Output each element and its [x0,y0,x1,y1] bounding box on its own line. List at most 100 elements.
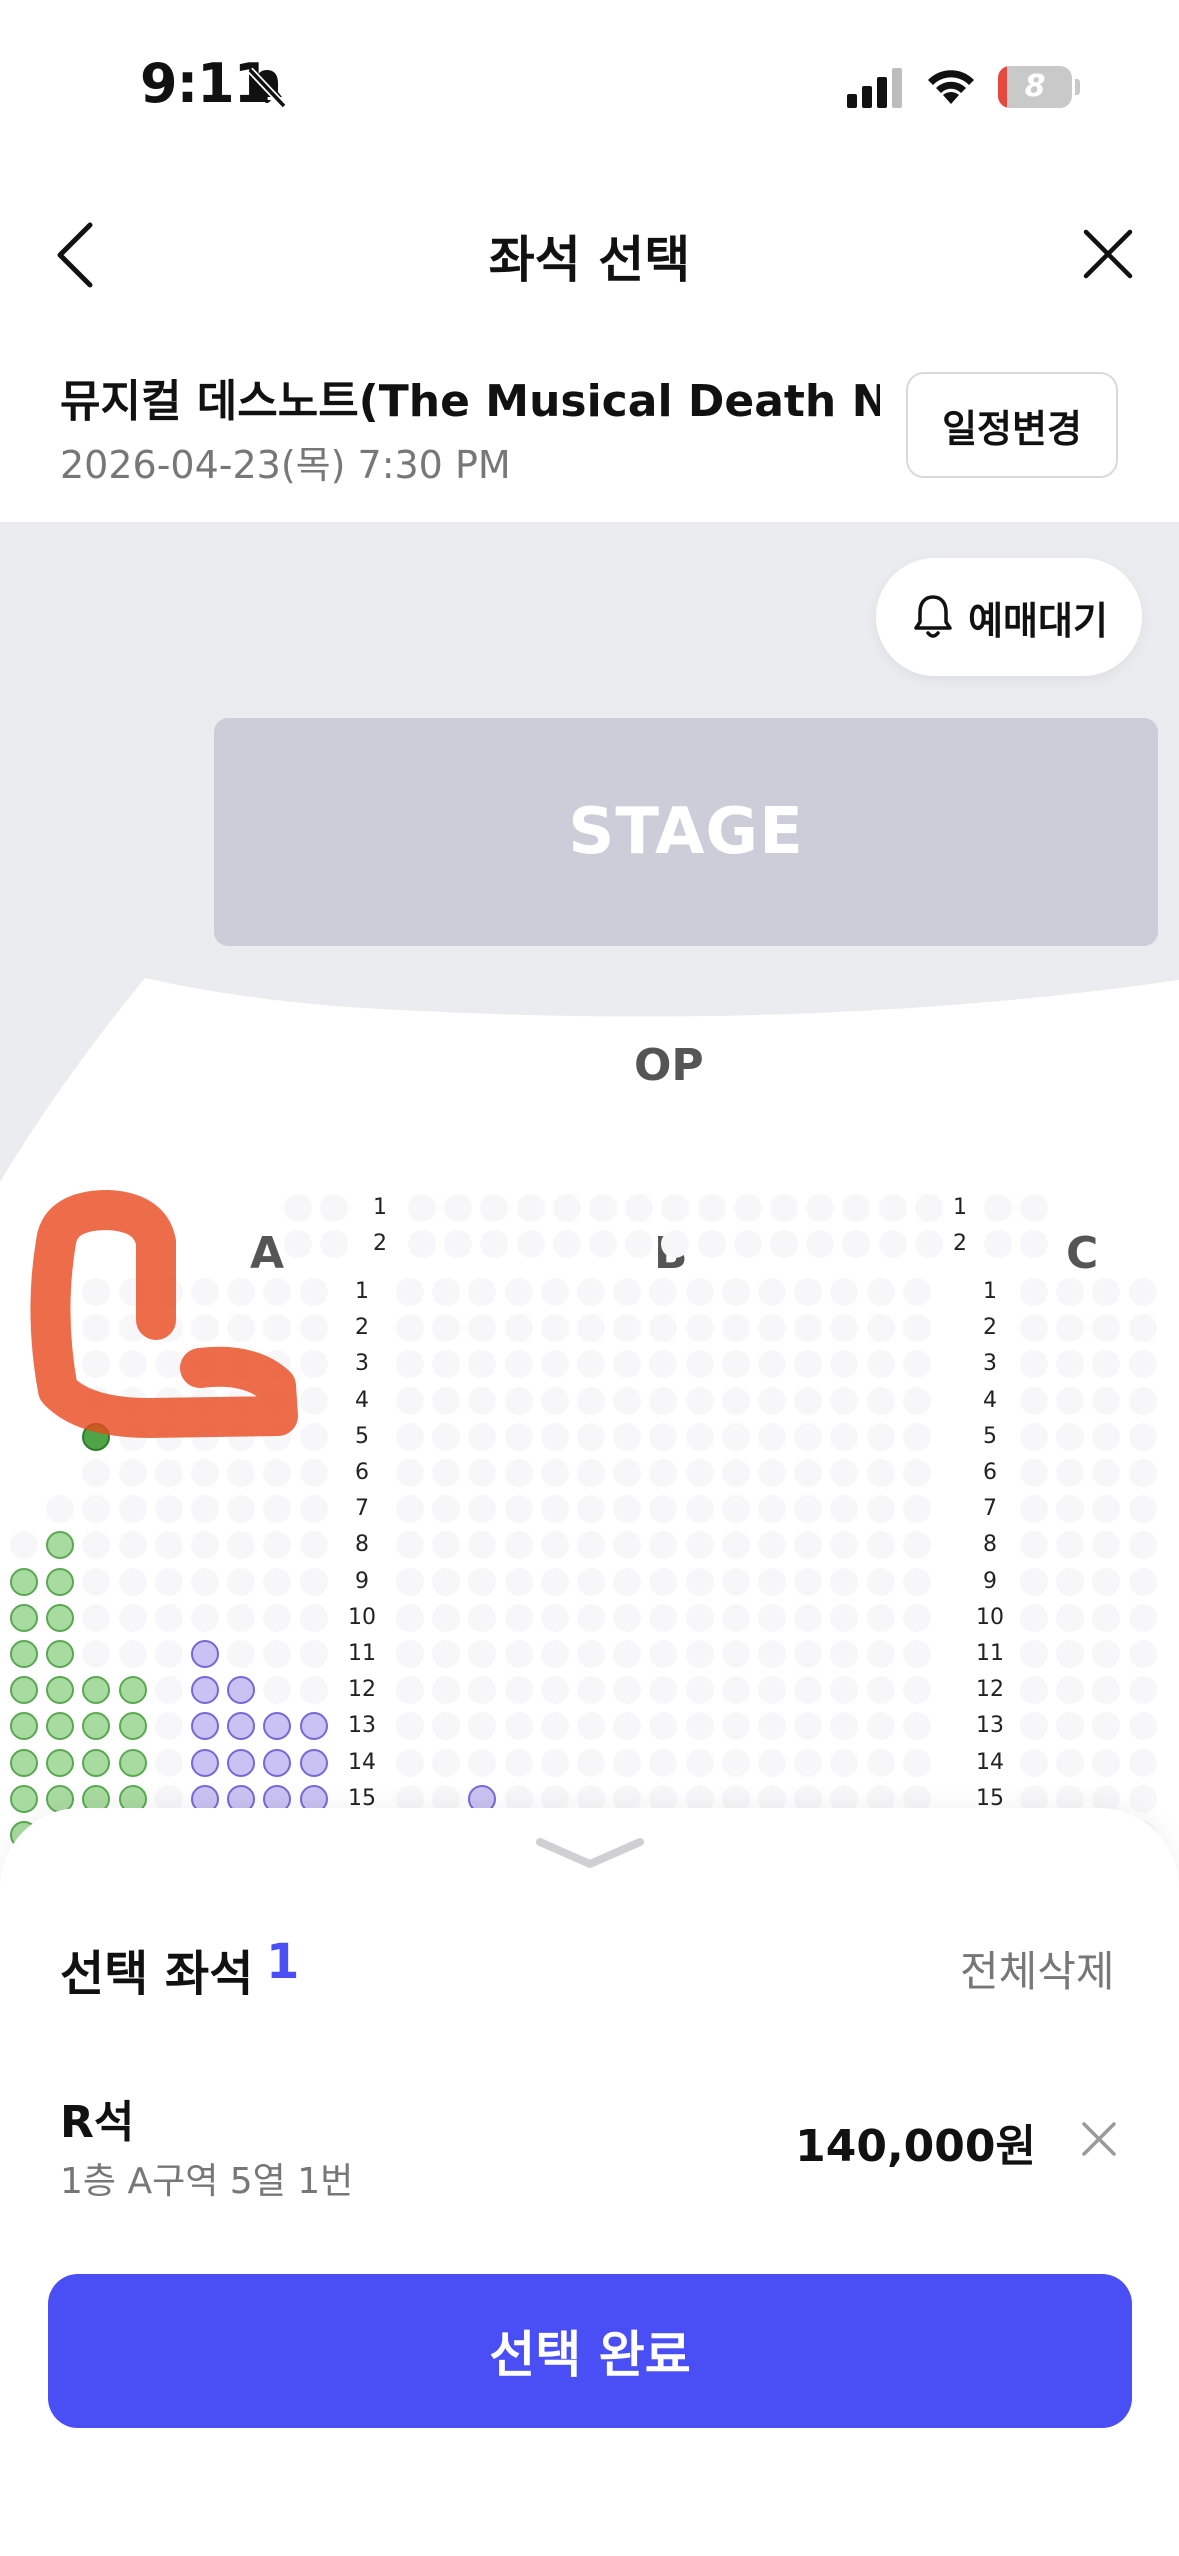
seat-map[interactable]: 예매대기 STAGE OP A B C 11221234567891011121… [0,522,1179,1922]
row-label-b: 12 [976,1677,1004,1703]
seat-a[interactable] [227,1712,256,1741]
row-label-b: 4 [983,1387,997,1413]
selected-seats-title: 선택 좌석 [60,1946,254,2002]
seat-a[interactable] [46,1640,75,1668]
row-label-a: 12 [348,1677,376,1703]
seat-a [82,1640,111,1668]
seat-a [191,1567,219,1596]
seat-a[interactable] [10,1784,38,1813]
seat-b [577,1278,605,1306]
seat-b [794,1712,823,1741]
seat-a[interactable] [10,1748,38,1777]
seat-a[interactable] [82,1712,111,1741]
seat-a[interactable] [299,1748,328,1777]
seat-a[interactable] [191,1676,219,1705]
seat-a [227,1495,256,1524]
seat-a[interactable] [118,1712,147,1741]
seat-a [154,1422,183,1451]
seat-b [758,1314,786,1343]
seat-c [1056,1531,1085,1560]
seat-c [1056,1603,1085,1632]
seat-a[interactable] [46,1531,75,1560]
seat-b [432,1603,461,1632]
collapse-chevron-icon[interactable] [534,1834,646,1874]
seat-b [613,1676,642,1705]
seat-b [577,1350,605,1379]
seat-a[interactable] [82,1676,111,1705]
seat-a[interactable] [299,1712,328,1741]
seat-b [468,1495,497,1524]
seat-a[interactable] [46,1676,75,1705]
seat-a [263,1567,292,1596]
remove-seat-icon[interactable] [1078,2118,1120,2160]
seat-a[interactable] [46,1567,75,1596]
seat-a[interactable] [10,1640,38,1668]
selected-seat[interactable] [82,1422,111,1451]
waitlist-button[interactable]: 예매대기 [876,558,1142,676]
seat-b [866,1531,895,1560]
seat-a[interactable] [10,1712,38,1741]
seat-b [613,1314,642,1343]
seat-a [154,1459,183,1487]
seat-a[interactable] [263,1748,292,1777]
seat-a[interactable] [10,1676,38,1705]
op-seat [806,1194,835,1222]
seat-b [468,1603,497,1632]
seat-a [118,1278,147,1306]
row-label-a: 7 [355,1496,369,1522]
seat-a[interactable] [10,1567,38,1596]
close-icon[interactable] [1072,218,1144,290]
seat-b [902,1531,931,1560]
seat-a[interactable] [46,1603,75,1632]
seat-b [794,1314,823,1343]
seat-a[interactable] [10,1603,38,1632]
op-seat [984,1194,1012,1222]
seat-c [1020,1278,1048,1306]
seat-b [468,1314,497,1343]
seat-a[interactable] [118,1676,147,1705]
confirm-selection-button[interactable]: 선택 완료 [48,2274,1132,2428]
seat-a[interactable] [227,1748,256,1777]
seat-a[interactable] [227,1676,256,1705]
seat-b [396,1640,424,1668]
seat-a[interactable] [191,1748,219,1777]
seat-c [1128,1278,1157,1306]
seat-b [468,1640,497,1668]
battery-icon: 8 [998,66,1080,108]
change-schedule-button[interactable]: 일정변경 [906,372,1118,478]
op-seat [733,1230,762,1259]
seat-b [685,1640,714,1668]
seat-a[interactable] [46,1748,75,1777]
seat-a[interactable] [118,1748,147,1777]
seat-a[interactable] [46,1712,75,1741]
op-seat [320,1230,348,1259]
seat-b [613,1278,642,1306]
seat-c [1128,1748,1157,1777]
seat-a [82,1495,111,1524]
seat-a [82,1278,111,1306]
seat-b [758,1459,786,1487]
seat-a[interactable] [191,1712,219,1741]
seat-b [504,1712,533,1741]
seat-b [721,1495,750,1524]
seat-a [46,1495,75,1524]
clear-all-button[interactable]: 전체삭제 [960,1938,1115,1999]
op-seat [806,1230,835,1259]
seat-b [540,1603,569,1632]
seat-b [758,1350,786,1379]
seat-a[interactable] [82,1748,111,1777]
seat-a[interactable] [191,1640,219,1668]
seat-b [758,1603,786,1632]
seat-b [830,1676,859,1705]
seat-b [649,1712,678,1741]
seat-a[interactable] [263,1712,292,1741]
section-label-a: A [250,1228,285,1279]
seat-floor[interactable]: OP A B C 1122123456789101112131415161234… [0,976,1179,1922]
seat-c [1056,1422,1085,1451]
seat-b [866,1748,895,1777]
seat-b [721,1603,750,1632]
seat-b [830,1495,859,1524]
seat-b [540,1712,569,1741]
seat-b [758,1278,786,1306]
seat-b [902,1422,931,1451]
